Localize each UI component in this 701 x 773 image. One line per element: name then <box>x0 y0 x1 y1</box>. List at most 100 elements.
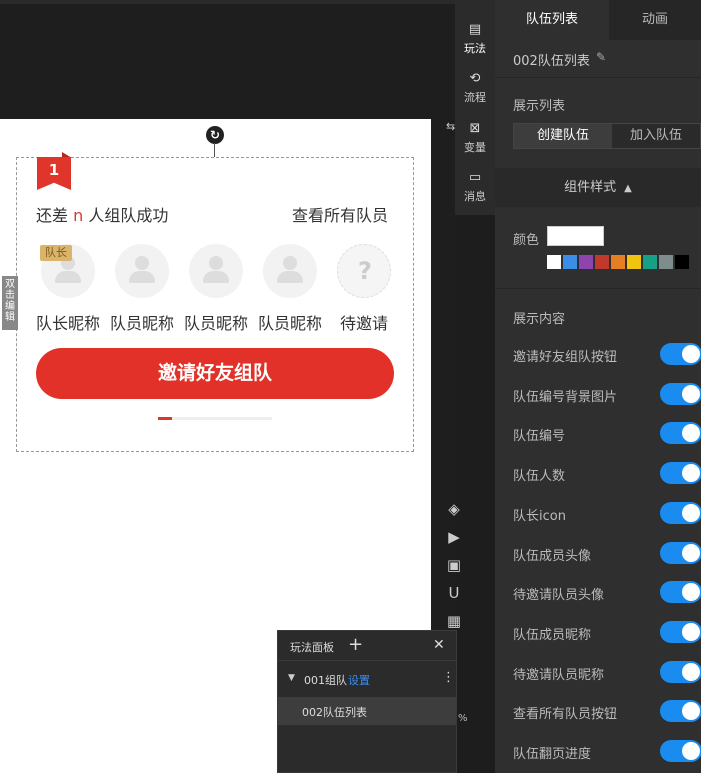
display-option-toggle[interactable] <box>660 620 701 643</box>
color-swatch[interactable] <box>611 255 625 269</box>
display-option-toggle[interactable] <box>660 501 701 524</box>
rail-item-play[interactable]: ▤ 玩法 <box>455 22 495 56</box>
toggle-knob <box>682 742 700 760</box>
pending-nickname: 待邀请 <box>339 314 388 333</box>
display-option-label: 邀请好友组队按钮 <box>513 350 618 365</box>
display-option-toggle[interactable] <box>660 382 701 405</box>
display-option-label: 查看所有队员按钮 <box>513 707 618 723</box>
display-option-toggle[interactable] <box>660 343 701 365</box>
display-option-label: 队伍翻页进度 <box>513 747 592 762</box>
close-icon[interactable]: ✕ <box>433 637 445 653</box>
magnet-icon[interactable]: U <box>445 584 463 602</box>
rail-item-variable[interactable]: ⊠ 变量 <box>455 121 495 155</box>
frame-icon[interactable]: ▣ <box>445 556 463 574</box>
status-suffix: 人组队成功 <box>83 206 169 225</box>
canvas-side-arrow-icon[interactable]: ⇆ <box>446 120 455 133</box>
color-swatch[interactable] <box>547 255 561 269</box>
team-rank-number: 1 <box>48 161 60 179</box>
doc-edit-icon: ▤ <box>468 22 482 37</box>
rail-item-message[interactable]: ▭ 消息 <box>455 170 495 204</box>
grid-icon[interactable]: ▦ <box>445 612 463 630</box>
display-option-toggle[interactable] <box>660 462 701 485</box>
list-segment-control: 创建队伍 加入队伍 <box>513 123 701 149</box>
variable-icon: ⊠ <box>469 121 481 136</box>
rail-item-flow[interactable]: ⟲ 流程 <box>455 71 495 105</box>
toggle-knob <box>682 464 700 483</box>
toggle-knob <box>682 384 700 403</box>
invite-friends-button[interactable]: 邀请好友组队 <box>36 348 394 399</box>
color-swatch[interactable] <box>643 255 657 269</box>
member-nickname: 队员昵称 <box>257 314 322 333</box>
properties-panel: 队伍列表 动画 002队伍列表 ✎ 展示列表 创建队伍 加入队伍 组件样式 ▲ 颜… <box>495 0 701 773</box>
group-settings-link[interactable]: 设置 <box>348 672 370 688</box>
rotate-handle-icon[interactable]: ↻ <box>206 126 224 144</box>
color-swatch[interactable] <box>675 255 689 269</box>
view-all-members-link[interactable]: 查看所有队员 <box>292 202 388 226</box>
display-option-toggle[interactable] <box>660 660 701 683</box>
leader-badge: 队长 <box>40 245 72 261</box>
display-option-label: 队伍编号 <box>513 429 566 445</box>
tab-team-list[interactable]: 队伍列表 <box>495 0 609 40</box>
color-swatch[interactable] <box>579 255 593 269</box>
gameplay-panel-header: 玩法面板 + ✕ <box>278 631 456 661</box>
more-menu-icon[interactable]: ⋮ <box>442 670 455 685</box>
component-name[interactable]: 002队伍列表 <box>513 50 590 69</box>
flow-icon: ⟲ <box>469 71 481 86</box>
display-option-label: 队伍编号背景图片 <box>513 389 618 405</box>
rail-label: 消息 <box>464 190 486 203</box>
display-option-toggle[interactable] <box>660 422 701 445</box>
display-option-label: 待邀请队员头像 <box>513 588 605 604</box>
team-status-text: 还差 n 人组队成功 <box>36 202 168 226</box>
layers-icon[interactable]: ◈ <box>445 500 463 518</box>
member-nickname: 队员昵称 <box>183 314 248 333</box>
add-icon[interactable]: + <box>348 634 363 655</box>
display-content-label: 展示内容 <box>513 312 566 327</box>
show-list-label: 展示列表 <box>513 99 566 114</box>
color-picker[interactable] <box>547 226 604 246</box>
segment-join-team[interactable]: 加入队伍 <box>612 124 700 148</box>
display-option-label: 队伍成员昵称 <box>513 627 592 643</box>
color-swatch[interactable] <box>595 255 609 269</box>
display-option-label: 待邀请队员昵称 <box>513 667 605 683</box>
toggle-knob <box>682 622 700 641</box>
page-progress-track <box>158 417 272 420</box>
tree-item-child[interactable]: 002队伍列表 <box>278 697 456 725</box>
divider <box>495 288 701 289</box>
zoom-percent: % <box>458 713 468 724</box>
member-avatar <box>115 244 169 298</box>
tab-animation[interactable]: 动画 <box>609 0 701 40</box>
pending-avatar: ? <box>337 244 391 298</box>
display-option-label: 队伍人数 <box>513 469 566 485</box>
display-option-toggle[interactable] <box>660 581 701 604</box>
toggle-knob <box>682 702 700 721</box>
caret-up-icon: ▲ <box>624 183 632 194</box>
color-label: 颜色 <box>513 233 540 248</box>
member-avatar <box>189 244 243 298</box>
display-option-toggle[interactable] <box>660 740 701 762</box>
component-style-header[interactable]: 组件样式 ▲ <box>495 168 701 207</box>
rotate-handle-line <box>214 143 215 157</box>
double-click-edit-tag: 双击编辑 <box>2 276 18 330</box>
gameplay-panel-title: 玩法面板 <box>290 641 334 654</box>
toggle-knob <box>682 424 700 443</box>
tree-item-group[interactable]: ▼ 001组队 设置 ⋮ <box>278 665 456 695</box>
expand-triangle-icon[interactable]: ▼ <box>288 673 295 683</box>
color-swatch[interactable] <box>659 255 673 269</box>
style-header-label: 组件样式 <box>564 180 617 195</box>
color-swatch[interactable] <box>563 255 577 269</box>
message-icon: ▭ <box>468 170 482 185</box>
member-avatar <box>263 244 317 298</box>
leader-nickname: 队长昵称 <box>35 314 100 333</box>
gameplay-panel: 玩法面板 + ✕ ▼ 001组队 设置 ⋮ 002队伍列表 <box>277 630 457 773</box>
pencil-icon[interactable]: ✎ <box>596 50 606 64</box>
segment-create-team[interactable]: 创建队伍 <box>514 124 612 148</box>
display-option-label: 队伍成员头像 <box>513 548 592 564</box>
toggle-knob <box>682 543 700 562</box>
play-icon[interactable]: ▶ <box>445 528 463 546</box>
color-swatch[interactable] <box>627 255 641 269</box>
divider <box>495 77 701 78</box>
toggle-knob <box>682 345 700 363</box>
display-option-toggle[interactable] <box>660 541 701 564</box>
toggle-knob <box>682 662 700 681</box>
display-option-toggle[interactable] <box>660 700 701 723</box>
